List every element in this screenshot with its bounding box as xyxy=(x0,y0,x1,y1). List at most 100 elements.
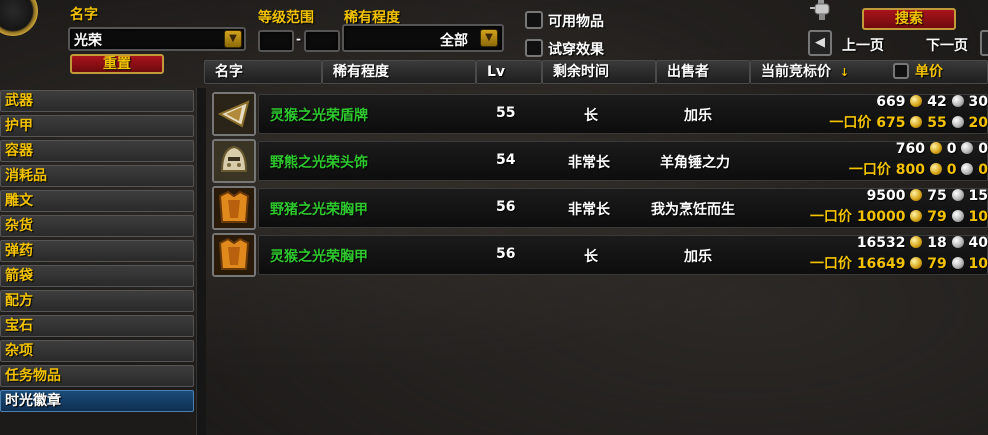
sidebar-item-label: 任务物品 xyxy=(5,368,61,384)
buyout-price: 一口价 10000 79 10 xyxy=(760,206,988,226)
bid-copper: 40 xyxy=(968,235,988,251)
sidebar-item-label: 时光徽章 xyxy=(5,393,61,409)
item-seller: 我为烹饪而生 xyxy=(651,202,735,218)
shield-badge-icon xyxy=(214,94,254,134)
sidebar-item-misc[interactable]: 杂项 xyxy=(0,340,194,362)
sidebar-item-armor[interactable]: 护甲 xyxy=(0,115,194,137)
sidebar-item-label: 箭袋 xyxy=(5,268,33,284)
silver-coin-icon xyxy=(951,236,964,248)
item-name[interactable]: 野猪之光荣胸甲 xyxy=(270,199,368,219)
silver-coin-icon xyxy=(951,189,964,201)
gold-coin-icon xyxy=(910,236,923,248)
column-level-label: Lv xyxy=(487,64,506,80)
unit-price-label: 单价 xyxy=(915,64,943,80)
usable-items-label: 可用物品 xyxy=(548,14,604,30)
name-search-value: 光荣 xyxy=(74,33,102,49)
level-min-input[interactable] xyxy=(258,30,294,52)
item-seller: 羊角锤之力 xyxy=(660,155,730,171)
sidebar-item-recipes[interactable]: 配方 xyxy=(0,290,194,312)
buyout-label: 一口价 xyxy=(809,256,852,272)
sidebar-item-badges[interactable]: 时光徽章 xyxy=(0,390,194,412)
sidebar-item-label: 杂货 xyxy=(5,218,33,234)
item-level: 56 xyxy=(496,199,516,215)
search-button[interactable]: 搜索 xyxy=(862,8,956,30)
level-max-input[interactable] xyxy=(304,30,340,52)
character-portrait xyxy=(0,0,38,36)
item-time-left: 长 xyxy=(584,108,598,124)
item-level: 54 xyxy=(496,152,516,168)
chest-armor-icon xyxy=(214,188,254,228)
gold-coin-icon xyxy=(910,189,923,201)
item-icon-3[interactable] xyxy=(212,233,256,277)
tryon-checkbox[interactable] xyxy=(525,39,543,57)
sidebar-item-weapons[interactable]: 武器 xyxy=(0,90,194,112)
usable-items-checkbox[interactable] xyxy=(525,11,543,29)
gold-coin-icon xyxy=(929,142,942,154)
sidebar-item-quivers[interactable]: 箭袋 xyxy=(0,265,194,287)
buyout-gold: 16649 xyxy=(856,256,906,272)
sidebar-item-gems[interactable]: 宝石 xyxy=(0,315,194,337)
sidebar-item-label: 弹药 xyxy=(5,243,33,259)
silver-coin-icon xyxy=(951,257,964,269)
sidebar-item-label: 容器 xyxy=(5,143,33,159)
column-current-bid[interactable]: 当前竞标价 ↓ 单价 xyxy=(750,60,988,84)
auctioneer-lamp-icon xyxy=(806,0,836,22)
bid-silver: 42 xyxy=(927,94,947,110)
column-rarity[interactable]: 稀有程度 xyxy=(322,60,476,84)
name-search-input[interactable]: 光荣 ▼ xyxy=(68,27,246,51)
item-icon-1[interactable] xyxy=(212,139,256,183)
sidebar-item-containers[interactable]: 容器 xyxy=(0,140,194,162)
column-rarity-label: 稀有程度 xyxy=(333,64,389,80)
name-dropdown-icon[interactable]: ▼ xyxy=(224,30,242,48)
tryon-label: 试穿效果 xyxy=(548,42,604,58)
bid-silver: 18 xyxy=(927,235,947,251)
unit-price-checkbox[interactable] xyxy=(893,63,909,79)
sidebar-item-ammo[interactable]: 弹药 xyxy=(0,240,194,262)
gold-coin-icon xyxy=(910,257,923,269)
buyout-silver: 55 xyxy=(927,115,947,131)
silver-coin-icon xyxy=(961,163,974,175)
chest-armor-icon xyxy=(214,235,254,275)
silver-coin-icon xyxy=(951,210,964,222)
gold-coin-icon xyxy=(910,95,923,107)
buyout-gold: 675 xyxy=(876,115,906,131)
next-page-icon[interactable] xyxy=(980,30,988,56)
column-name-label: 名字 xyxy=(215,64,243,80)
column-seller-label: 出售者 xyxy=(667,64,709,80)
bid-price: 9500 75 15 xyxy=(820,188,988,204)
prev-page-label[interactable]: 上一页 xyxy=(842,35,884,55)
bid-gold: 16532 xyxy=(856,235,906,251)
rarity-select[interactable]: 全部 ▼ xyxy=(342,24,504,52)
sort-arrow-icon: ↓ xyxy=(839,66,850,79)
item-name[interactable]: 灵猴之光荣盾牌 xyxy=(270,105,368,125)
sidebar-item-trade-goods[interactable]: 杂货 xyxy=(0,215,194,237)
level-range-label: 等级范围 xyxy=(258,10,314,26)
bid-silver: 75 xyxy=(927,188,947,204)
sidebar-item-quest-items[interactable]: 任务物品 xyxy=(0,365,194,387)
rarity-dropdown-icon[interactable]: ▼ xyxy=(480,29,498,47)
level-range-dash: - xyxy=(296,32,301,46)
item-name[interactable]: 灵猴之光荣胸甲 xyxy=(270,246,368,266)
bid-gold: 9500 xyxy=(866,188,906,204)
sidebar-item-consumables[interactable]: 消耗品 xyxy=(0,165,194,187)
column-current-bid-label: 当前竞标价 xyxy=(761,64,831,80)
column-time-left[interactable]: 剩余时间 xyxy=(542,60,656,84)
column-level[interactable]: Lv xyxy=(476,60,542,84)
item-name[interactable]: 野熊之光荣头饰 xyxy=(270,152,368,172)
prev-page-icon[interactable]: ◀ xyxy=(808,30,832,56)
column-name[interactable]: 名字 xyxy=(204,60,322,84)
reset-button[interactable]: 重置 xyxy=(70,54,164,74)
next-page-label[interactable]: 下一页 xyxy=(926,35,968,55)
item-seller: 加乐 xyxy=(684,249,712,265)
sidebar-scrollbar[interactable] xyxy=(196,88,206,435)
sidebar-item-label: 武器 xyxy=(5,93,33,109)
buyout-gold: 800 xyxy=(895,162,925,178)
item-icon-2[interactable] xyxy=(212,186,256,230)
buyout-gold: 10000 xyxy=(856,209,906,225)
item-icon-0[interactable] xyxy=(212,92,256,136)
sidebar-item-label: 配方 xyxy=(5,293,33,309)
sidebar-item-label: 消耗品 xyxy=(5,168,47,184)
sidebar-item-glyphs[interactable]: 雕文 xyxy=(0,190,194,212)
column-seller[interactable]: 出售者 xyxy=(656,60,750,84)
sidebar-item-label: 宝石 xyxy=(5,318,33,334)
